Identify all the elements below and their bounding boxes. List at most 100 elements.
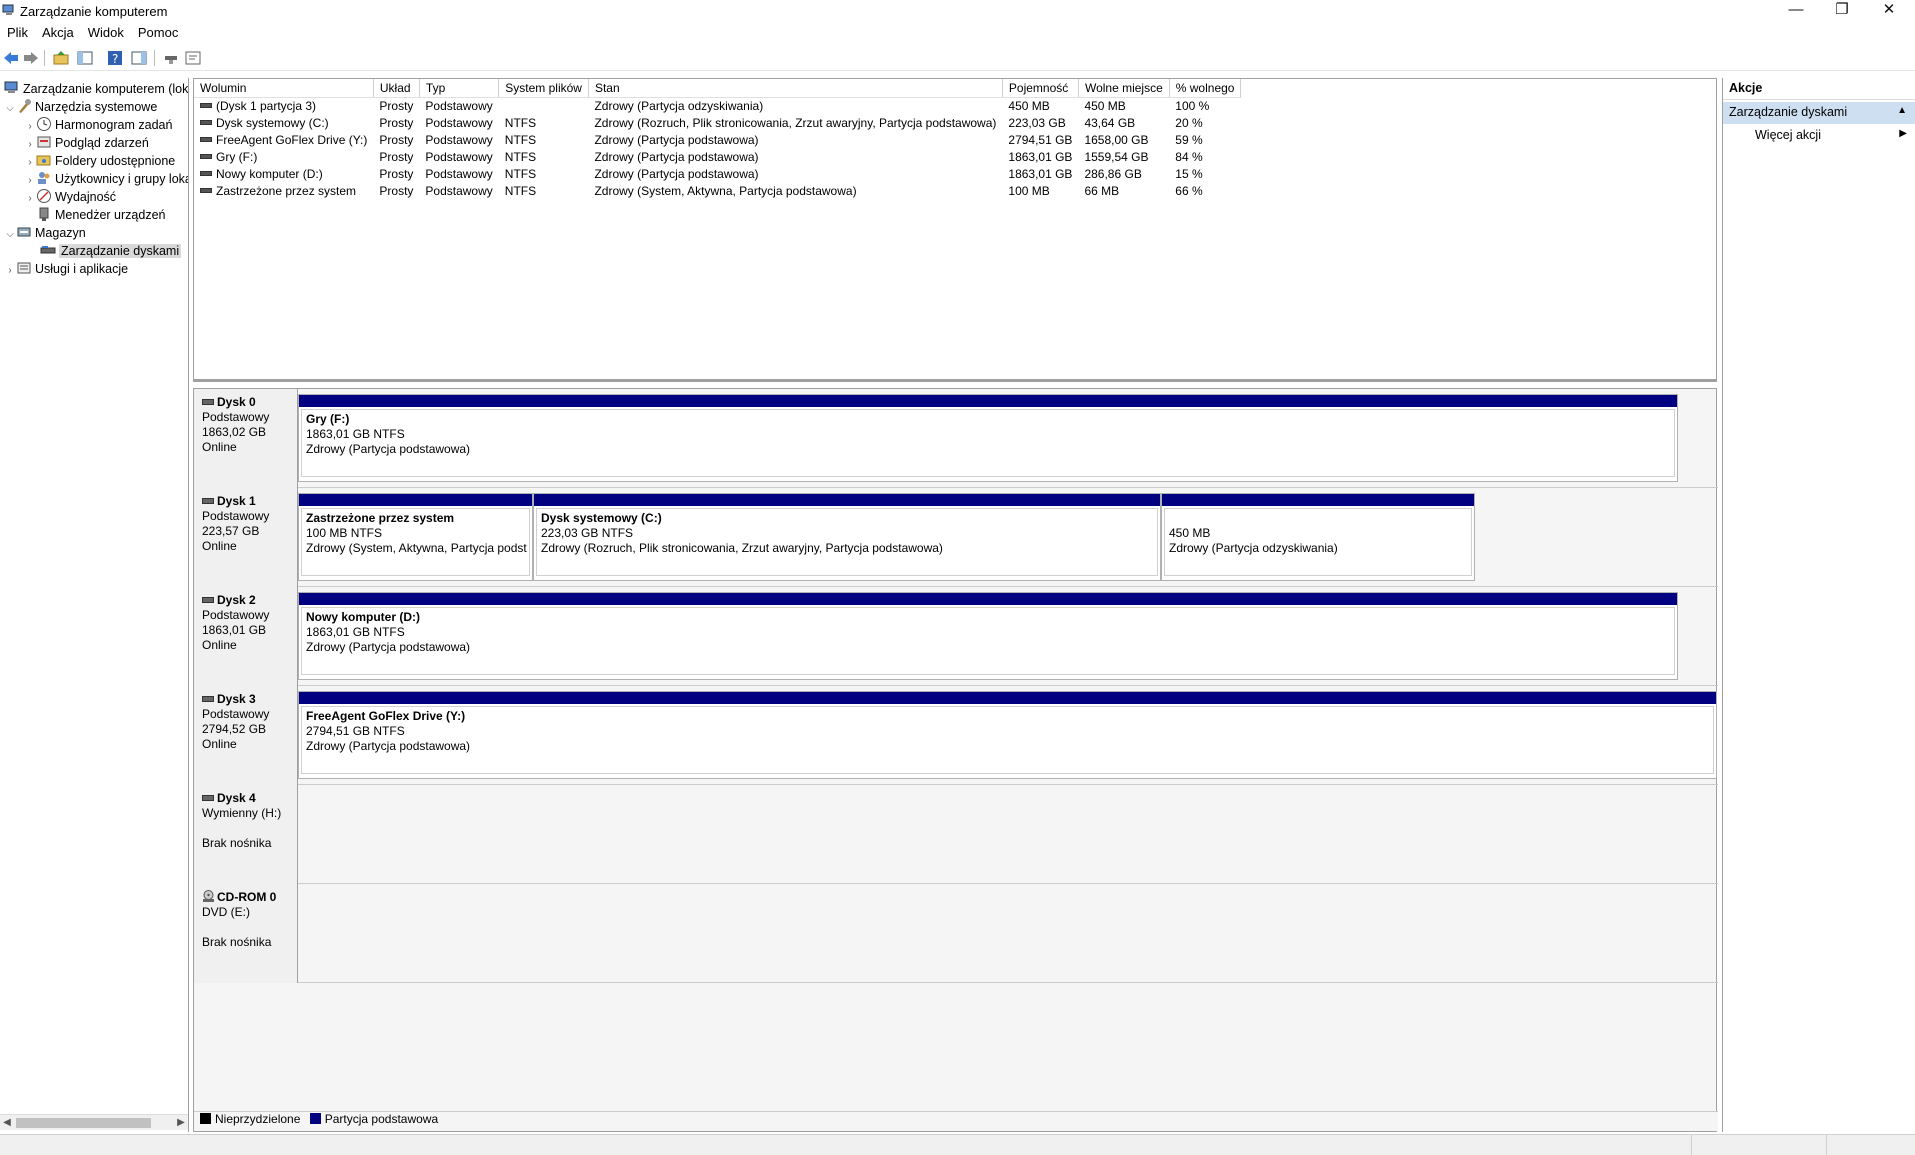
tree-task-scheduler[interactable]: › Harmonogram zadań: [24, 116, 172, 134]
connect-icon[interactable]: [162, 49, 180, 67]
menu-help[interactable]: Pomoc: [131, 23, 185, 42]
volume-table: Wolumin Układ Typ System plików Stan Poj…: [194, 79, 1242, 199]
tree-device-manager[interactable]: Menedżer urządzeń: [36, 206, 165, 224]
services-icon: [17, 262, 31, 274]
scroll-right-icon[interactable]: ▶: [174, 1115, 188, 1131]
partition[interactable]: 450 MB Zdrowy (Partycja odzyskiwania): [1161, 493, 1475, 581]
partition[interactable]: Dysk systemowy (C:) 223,03 GB NTFS Zdrow…: [533, 493, 1161, 581]
tree-horizontal-scrollbar[interactable]: ◀ ▶: [0, 1114, 188, 1131]
console-tree: Zarządzanie komputerem (lokalny) ⌵Narzęd…: [0, 78, 189, 1132]
partition[interactable]: Gry (F:) 1863,01 GB NTFS Zdrowy (Partycj…: [298, 394, 1678, 482]
collapse-up-icon[interactable]: ▲: [1897, 105, 1907, 116]
performance-icon: [37, 189, 51, 203]
column-header[interactable]: Układ: [373, 79, 420, 98]
restore-button[interactable]: ❐: [1819, 0, 1865, 22]
menu-bar: Plik Akcja Widok Pomoc: [0, 23, 1915, 43]
disk-info[interactable]: Dysk 3 Podstawowy 2794,52 GB Online: [194, 686, 298, 785]
disk-management-icon: [40, 246, 56, 254]
legend-swatch: [309, 1113, 321, 1124]
cdrom-icon: [203, 890, 214, 902]
table-row[interactable]: FreeAgent GoFlex Drive (Y:) Prosty Podsta…: [194, 131, 1241, 148]
disk-info[interactable]: Dysk 1 Podstawowy 223,57 GB Online: [194, 488, 298, 587]
actions-section-disk-management[interactable]: Zarządzanie dyskami ▲: [1723, 102, 1915, 124]
menu-view[interactable]: Widok: [81, 23, 131, 42]
legend-unallocated: Nieprzydzielone: [200, 1112, 300, 1126]
menu-file[interactable]: Plik: [0, 23, 35, 42]
console-tree-icon[interactable]: [76, 49, 94, 67]
scroll-left-icon[interactable]: ◀: [0, 1115, 14, 1131]
partition[interactable]: FreeAgent GoFlex Drive (Y:) 2794,51 GB N…: [298, 691, 1717, 779]
scroll-thumb[interactable]: [16, 1118, 151, 1128]
back-icon[interactable]: [2, 49, 20, 67]
partition[interactable]: Nowy komputer (D:) 1863,01 GB NTFS Zdrow…: [298, 592, 1678, 680]
tree-performance[interactable]: › Wydajność: [24, 188, 116, 206]
partition-bar: [299, 395, 1677, 407]
partition[interactable]: Zastrzeżone przez system 100 MB NTFS Zdr…: [298, 493, 533, 581]
column-header[interactable]: System plików: [498, 79, 589, 98]
volume-icon: [200, 187, 212, 193]
help-icon[interactable]: ?: [106, 49, 124, 67]
storage-icon: [17, 227, 31, 237]
disk-info[interactable]: CD-ROM 0 DVD (E:) Brak nośnika: [194, 884, 298, 983]
disk-info[interactable]: Dysk 4 Wymienny (H:) Brak nośnika: [194, 785, 298, 884]
chevron-down-icon[interactable]: ⌵: [4, 100, 16, 118]
chevron-right-icon[interactable]: ›: [24, 190, 36, 208]
status-bar: [0, 1134, 1915, 1155]
tree-users-groups[interactable]: ›Użytkownicy i grupy lokalne: [24, 170, 188, 188]
properties-icon[interactable]: [184, 49, 202, 67]
disk-icon: [202, 498, 214, 504]
window-title: Zarządzanie komputerem: [20, 4, 168, 19]
tree-event-viewer[interactable]: › Podgląd zdarzeń: [24, 134, 149, 152]
partition-bar: [534, 494, 1160, 506]
svg-text:?: ?: [112, 52, 118, 66]
column-header[interactable]: Wolne miejsce: [1078, 79, 1170, 98]
disk-row-3: Dysk 3 Podstawowy 2794,52 GB Online Free…: [194, 686, 1718, 785]
event-viewer-icon: [37, 136, 51, 148]
chevron-right-icon[interactable]: ›: [4, 262, 16, 280]
show-action-pane-icon[interactable]: [130, 49, 148, 67]
chevron-down-icon[interactable]: ⌵: [4, 226, 16, 244]
computer-management-icon: [2, 4, 14, 15]
column-header[interactable]: Stan: [588, 79, 1003, 98]
table-row[interactable]: Dysk systemowy (C:) Prosty Podstawowy NTFS…: [194, 114, 1241, 131]
tree-storage[interactable]: ⌵ Magazyn: [4, 224, 86, 242]
table-row[interactable]: Nowy komputer (D:) Prosty Podstawowy NTFS Z…: [194, 165, 1241, 182]
disk-row-cdrom: CD-ROM 0 DVD (E:) Brak nośnika: [194, 884, 1718, 983]
table-row[interactable]: Gry (F:) Prosty Podstawowy NTFS Zdrowy (Par…: [194, 148, 1241, 165]
menu-action[interactable]: Akcja: [35, 23, 81, 42]
volume-icon: [200, 170, 212, 176]
actions-header: Akcje: [1723, 78, 1915, 100]
column-header[interactable]: Wolumin: [194, 79, 374, 98]
forward-icon[interactable]: [22, 49, 40, 67]
clock-icon: [37, 117, 51, 131]
disk-row-0: Dysk 0 Podstawowy 1863,02 GB Online Gry …: [194, 389, 1718, 488]
volume-list: Wolumin Układ Typ System plików Stan Poj…: [193, 78, 1717, 382]
more-actions[interactable]: Więcej akcji ▶: [1723, 124, 1915, 146]
disk-info[interactable]: Dysk 2 Podstawowy 1863,01 GB Online: [194, 587, 298, 686]
disk-icon: [202, 795, 214, 801]
volume-icon: [200, 119, 212, 125]
minimize-button[interactable]: —: [1773, 0, 1819, 22]
disk-info[interactable]: Dysk 0 Podstawowy 1863,02 GB Online: [194, 389, 298, 488]
tree-shared-folders[interactable]: › Foldery udostępnione: [24, 152, 175, 170]
column-header[interactable]: % wolnego: [1169, 79, 1242, 98]
legend-primary: Partycja podstawowa: [309, 1112, 438, 1126]
up-folder-icon[interactable]: [52, 49, 70, 67]
title-bar: Zarządzanie komputerem — ❐ ✕: [0, 0, 1915, 22]
table-row[interactable]: Zastrzeżone przez system Prosty Podstawow…: [194, 182, 1241, 199]
legend: Nieprzydzielone Partycja podstawowa: [194, 1111, 1718, 1131]
submenu-arrow-icon: ▶: [1899, 128, 1907, 139]
disk-row-2: Dysk 2 Podstawowy 1863,01 GB Online Nowy…: [194, 587, 1718, 686]
table-row[interactable]: (Dysk 1 partycja 3) Prosty Podstawowy Zdro…: [194, 97, 1241, 114]
column-header[interactable]: Pojemność: [1002, 79, 1079, 98]
tree-disk-management[interactable]: Zarządzanie dyskami: [40, 242, 182, 260]
volume-icon: [200, 136, 212, 142]
tree-root[interactable]: Zarządzanie komputerem (lokalny): [4, 80, 188, 98]
close-button[interactable]: ✕: [1866, 0, 1912, 22]
column-header[interactable]: Typ: [419, 79, 500, 98]
tree-system-tools[interactable]: ⌵ Narzędzia systemowe: [4, 98, 157, 116]
partition-bar: [299, 593, 1677, 605]
shared-folder-icon: [36, 155, 51, 166]
tree-services-apps[interactable]: › Usługi i aplikacje: [4, 260, 128, 278]
disk-icon: [202, 597, 214, 603]
